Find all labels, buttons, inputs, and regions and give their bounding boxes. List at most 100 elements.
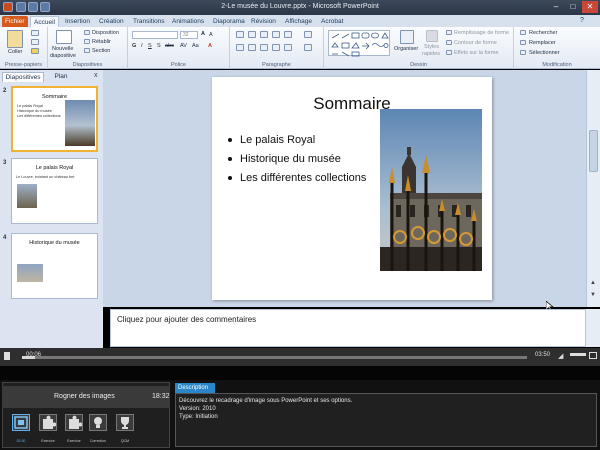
shape-outline-button[interactable]: Contour de forme bbox=[454, 40, 497, 46]
slide-bullet[interactable]: Le palais Royal bbox=[228, 134, 315, 146]
volume-slider[interactable] bbox=[570, 353, 586, 356]
progress-track[interactable] bbox=[22, 356, 527, 359]
format-painter-icon[interactable] bbox=[31, 48, 39, 54]
thumbnail-photo bbox=[17, 184, 37, 208]
tab-accueil[interactable]: Accueil bbox=[30, 16, 59, 27]
vertical-scrollbar[interactable]: ▲ ▼ bbox=[586, 70, 600, 307]
layout-icon[interactable] bbox=[84, 30, 90, 35]
tab-creation[interactable]: Création bbox=[96, 16, 127, 27]
close-icon[interactable]: ✕ bbox=[582, 1, 598, 13]
pane-close-icon[interactable]: x bbox=[94, 72, 98, 79]
replace-button[interactable]: Remplacer bbox=[529, 40, 556, 46]
section-button[interactable]: Section bbox=[92, 48, 110, 54]
find-icon[interactable] bbox=[520, 30, 526, 35]
font-name-combo[interactable] bbox=[132, 31, 178, 39]
tab-diaporama[interactable]: Diaporama bbox=[210, 16, 248, 27]
tab-insertion[interactable]: Insertion bbox=[62, 16, 93, 27]
spacing-icon[interactable]: AV bbox=[180, 43, 187, 49]
maximize-icon[interactable]: □ bbox=[565, 1, 581, 13]
previous-slide-icon[interactable]: ▲ bbox=[590, 280, 596, 286]
increase-indent-icon[interactable] bbox=[272, 31, 280, 38]
strikethrough-icon[interactable]: abc bbox=[165, 43, 174, 49]
align-right-icon[interactable] bbox=[260, 44, 268, 51]
group-drawing: Organiser Styles rapides Remplissage de … bbox=[324, 27, 514, 69]
replace-icon[interactable] bbox=[520, 40, 526, 45]
shadow-icon[interactable]: S bbox=[157, 43, 161, 49]
stop-icon[interactable] bbox=[4, 352, 10, 360]
align-left-icon[interactable] bbox=[236, 44, 244, 51]
tab-animations[interactable]: Animations bbox=[169, 16, 207, 27]
justify-icon[interactable] bbox=[272, 44, 280, 51]
shape-fill-button[interactable]: Remplissage de forme bbox=[454, 30, 509, 36]
tab-transitions[interactable]: Transitions bbox=[130, 16, 168, 27]
arrange-label[interactable]: Organiser bbox=[394, 46, 418, 52]
bullet-dot-icon bbox=[228, 138, 232, 143]
section-icon[interactable] bbox=[84, 48, 90, 53]
case-icon[interactable]: Aa bbox=[192, 43, 199, 49]
text-direction-icon[interactable] bbox=[304, 31, 312, 38]
tab-fichier[interactable]: Fichier bbox=[2, 16, 28, 27]
tab-acrobat[interactable]: Acrobat bbox=[318, 16, 346, 27]
find-button[interactable]: Rechercher bbox=[529, 30, 557, 36]
copy-icon[interactable] bbox=[31, 39, 39, 45]
volume-icon[interactable]: ◢ bbox=[558, 352, 563, 360]
smartart-icon[interactable] bbox=[304, 44, 312, 51]
underline-icon[interactable]: S bbox=[148, 43, 152, 49]
thumbnail-photo bbox=[17, 264, 43, 282]
font-size-combo[interactable]: 32 bbox=[180, 31, 198, 39]
notes-pane[interactable]: Cliquez pour ajouter des commentaires bbox=[110, 309, 586, 347]
slide-bullet[interactable]: Historique du musée bbox=[228, 153, 341, 165]
help-icon[interactable]: ? bbox=[580, 17, 584, 24]
slide-canvas[interactable]: Sommaire Le palais Royal Historique du m… bbox=[212, 77, 492, 300]
slide-bullet[interactable]: Les différentes collections bbox=[228, 172, 366, 184]
outline-icon[interactable] bbox=[446, 40, 452, 45]
columns-icon[interactable] bbox=[284, 44, 292, 51]
thumbnail-photo bbox=[65, 100, 95, 146]
cut-icon[interactable] bbox=[31, 30, 39, 36]
effects-icon[interactable] bbox=[446, 50, 452, 55]
select-icon[interactable] bbox=[520, 50, 526, 55]
decrease-indent-icon[interactable] bbox=[260, 31, 268, 38]
group-paragraph: Paragraphe bbox=[230, 27, 324, 69]
reset-icon[interactable] bbox=[84, 39, 90, 44]
louvre-gate-photo[interactable] bbox=[380, 109, 482, 271]
fill-icon[interactable] bbox=[446, 30, 452, 35]
tab-diapositives[interactable]: Diapositives bbox=[2, 72, 44, 82]
bullets-icon[interactable] bbox=[236, 31, 244, 38]
video-button[interactable] bbox=[12, 414, 30, 431]
shrink-font-icon[interactable]: A bbox=[209, 32, 213, 38]
select-button[interactable]: Sélectionner bbox=[529, 50, 560, 56]
grow-font-icon[interactable]: A bbox=[201, 31, 205, 37]
bold-icon[interactable]: G bbox=[132, 43, 136, 49]
layout-button[interactable]: Disposition bbox=[92, 30, 119, 36]
quick-styles-label-1[interactable]: Styles bbox=[424, 44, 439, 50]
notes-scrollbar[interactable] bbox=[586, 309, 600, 347]
next-slide-icon[interactable]: ▼ bbox=[590, 292, 596, 298]
slide-thumbnail-4[interactable]: Historique du musée bbox=[11, 233, 98, 299]
font-color-icon[interactable]: A bbox=[208, 43, 212, 49]
tab-revision[interactable]: Révision bbox=[248, 16, 279, 27]
line-spacing-icon[interactable] bbox=[284, 31, 292, 38]
shapes-gallery[interactable] bbox=[328, 30, 390, 57]
new-slide-icon[interactable] bbox=[56, 30, 72, 44]
exercise-button-1[interactable] bbox=[39, 414, 57, 431]
arrange-icon[interactable] bbox=[400, 30, 414, 44]
reset-button[interactable]: Rétablir bbox=[92, 39, 111, 45]
scrollbar-thumb[interactable] bbox=[589, 130, 598, 172]
align-center-icon[interactable] bbox=[248, 44, 256, 51]
shape-effects-button[interactable]: Effets sur la forme bbox=[454, 50, 499, 56]
tab-plan[interactable]: Plan bbox=[46, 72, 76, 82]
tab-affichage[interactable]: Affichage bbox=[282, 16, 315, 27]
slide-thumbnail-2[interactable]: Sommaire Le palais Royal Historique du m… bbox=[11, 86, 98, 152]
minimize-icon[interactable]: – bbox=[548, 1, 564, 13]
italic-icon[interactable]: I bbox=[141, 43, 143, 49]
paste-icon[interactable] bbox=[7, 30, 23, 48]
exercise-button-2[interactable] bbox=[65, 414, 83, 431]
numbering-icon[interactable] bbox=[248, 31, 256, 38]
qcm-button[interactable] bbox=[116, 414, 134, 431]
description-tab[interactable]: Description bbox=[175, 383, 215, 393]
quick-styles-icon[interactable] bbox=[426, 30, 438, 42]
slide-thumbnail-3[interactable]: Le palais Royal Le Louvre, existant un c… bbox=[11, 158, 98, 224]
fullscreen-icon[interactable] bbox=[589, 352, 597, 359]
correction-button[interactable] bbox=[89, 414, 107, 431]
